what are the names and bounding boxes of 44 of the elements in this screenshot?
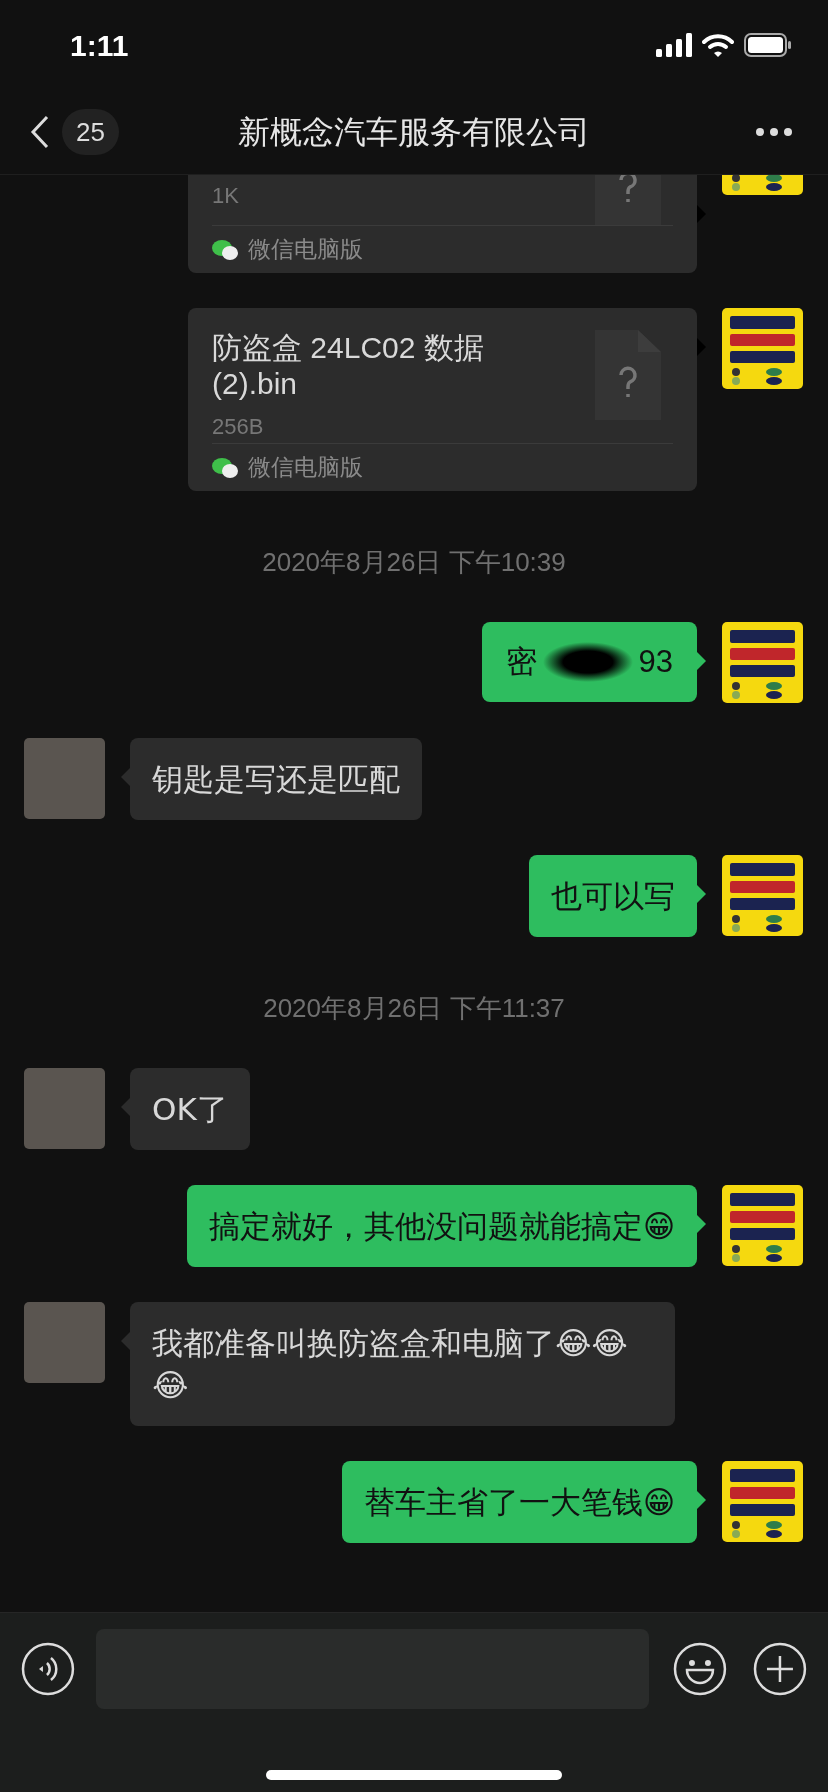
signal-icon — [656, 33, 692, 57]
file-source: 微信电脑版 — [248, 235, 363, 265]
avatar-sign-drawing[interactable] — [722, 1461, 803, 1542]
file-card[interactable]: 防盗盒 24LC02 数据 (2).bin 256B 微信电脑版 — [188, 308, 697, 491]
message-bubble[interactable]: 密 93 — [481, 622, 697, 702]
more-icon[interactable] — [756, 128, 792, 136]
avatar-sign-drawing[interactable] — [722, 622, 803, 703]
file-size: 256B — [212, 413, 265, 441]
status-time: 1:11 — [70, 27, 129, 64]
avatar-sign-drawing[interactable] — [722, 308, 803, 389]
timestamp: 2020年8月26日 下午10:39 — [262, 546, 566, 579]
bubble-pointer — [697, 1215, 706, 1233]
battery-icon — [744, 33, 792, 57]
file-source: 微信电脑版 — [248, 453, 363, 483]
wifi-icon — [702, 33, 734, 57]
bubble-pointer — [697, 885, 706, 903]
message-bubble[interactable]: 替车主省了一大笔钱😁 — [341, 1461, 697, 1543]
timestamp: 2020年8月26日 下午11:37 — [263, 992, 565, 1025]
message-text: 密 — [505, 643, 537, 681]
file-name: 防盗盒 24LC02 数据 (2).bin — [212, 330, 485, 402]
plus-icon[interactable] — [753, 1642, 807, 1696]
back-icon[interactable] — [30, 115, 50, 149]
avatar-sign-drawing[interactable] — [722, 855, 803, 936]
message-bubble[interactable]: 我都准备叫换防盗盒和电脑了😂😂😂 — [130, 1302, 675, 1426]
chat-title: 新概念汽车服务有限公司 — [237, 113, 591, 152]
bubble-pointer — [697, 205, 706, 223]
message-text: 93 — [638, 643, 673, 681]
wechat-logo-icon — [212, 238, 238, 261]
message-bubble[interactable]: 钥匙是写还是匹配 — [130, 738, 422, 820]
file-size: 1K — [212, 182, 239, 210]
file-card[interactable]: 1K 微信电脑版 — [188, 175, 697, 273]
wechat-logo-icon — [212, 456, 238, 479]
emoji-icon[interactable] — [673, 1642, 728, 1696]
bubble-pointer — [697, 1491, 706, 1509]
bubble-pointer — [697, 338, 706, 356]
message-bubble[interactable]: 也可以写 — [529, 855, 697, 937]
message-bubble[interactable]: OK了 — [130, 1068, 250, 1150]
unknown-file-icon — [595, 330, 661, 420]
bubble-pointer — [697, 652, 706, 670]
message-bubble[interactable]: 搞定就好，其他没问题就能搞定😁 — [186, 1185, 697, 1267]
unread-count-badge: 25 — [62, 109, 119, 155]
unknown-file-icon — [595, 175, 661, 225]
avatar-sign-drawing[interactable] — [722, 1185, 803, 1266]
voice-icon[interactable] — [21, 1642, 75, 1696]
